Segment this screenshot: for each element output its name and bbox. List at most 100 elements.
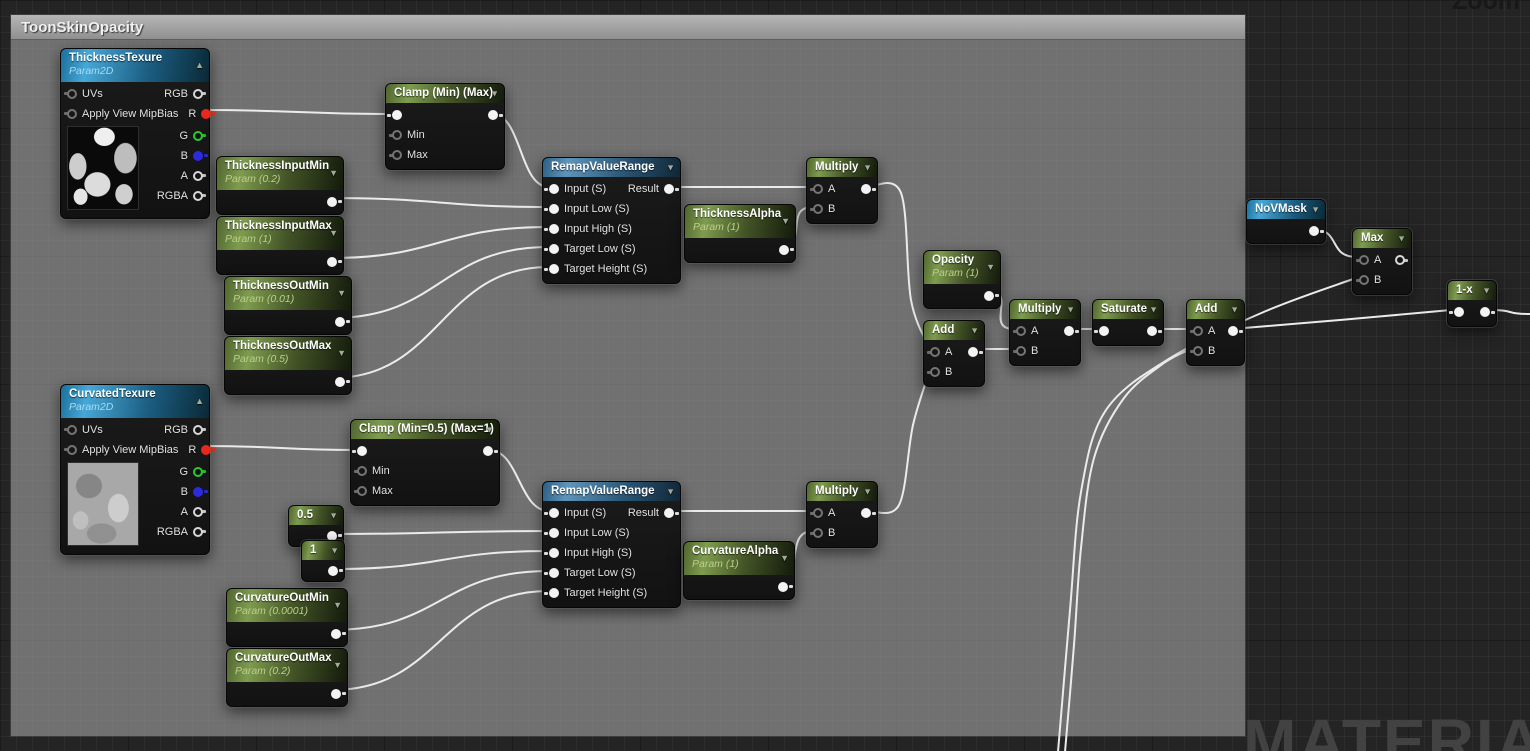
max-pin-out[interactable] [1395,255,1405,265]
node-header[interactable]: CurvatureOutMinParam (0.0001)▼ [227,589,347,622]
graph-canvas[interactable]: ToonSkinOpacity MATERIAL Zoom ThicknessT… [0,0,1530,751]
node-thickness-input-min[interactable]: ThicknessInputMinParam (0.2)▼ [216,156,344,215]
collapse-icon[interactable]: ▼ [780,553,789,564]
remap-thickness-pin-input-high-s[interactable] [549,224,559,234]
collapse-icon[interactable]: ▼ [329,168,338,179]
comment-title-bar[interactable]: ToonSkinOpacity [11,15,1245,40]
collapse-icon[interactable]: ▼ [490,88,499,99]
thickness-texture-pin-b[interactable] [193,151,203,161]
remap-thickness-pin-result[interactable] [664,184,674,194]
multiply-thickness-pin-b[interactable] [813,204,823,214]
node-header[interactable]: CurvatureOutMaxParam (0.2)▼ [227,649,347,682]
remap-thickness-pin-input-s[interactable] [549,184,559,194]
node-header[interactable]: NoVMask▼ [1247,200,1325,219]
node-curvature-out-min[interactable]: CurvatureOutMinParam (0.0001)▼ [226,588,348,647]
node-header[interactable]: ThicknessAlphaParam (1)▼ [685,205,795,238]
node-saturate[interactable]: Saturate▼ [1092,299,1164,346]
collapse-icon[interactable]: ▼ [986,262,995,273]
node-header[interactable]: RemapValueRange▼ [543,482,680,501]
node-multiply-thickness[interactable]: Multiply▼AB [806,157,878,224]
node-header[interactable]: ThicknessOutMinParam (0.01)▼ [225,277,351,310]
remap-curvature-pin-result[interactable] [664,508,674,518]
one-minus-x-pin-in[interactable] [1454,307,1464,317]
multiply-curvature-pin-a[interactable] [813,508,823,518]
add-center-pin-out[interactable] [968,347,978,357]
node-add-final[interactable]: Add▼AB [1186,299,1245,366]
node-opacity[interactable]: OpacityParam (1)▼ [923,250,1001,309]
collapse-icon[interactable]: ▼ [1066,304,1075,315]
collapse-icon[interactable]: ▼ [1230,304,1239,315]
node-header[interactable]: Saturate▼ [1093,300,1163,319]
multiply-opacity-pin-a[interactable] [1016,326,1026,336]
curvated-texture-pin-uvs[interactable] [67,425,77,435]
thickness-out-max-pin-out[interactable] [335,377,345,387]
node-header[interactable]: ThicknessOutMaxParam (0.5)▼ [225,337,351,370]
node-thickness-out-min[interactable]: ThicknessOutMinParam (0.01)▼ [224,276,352,335]
clamp-curvature-pin-in[interactable] [357,446,367,456]
thickness-texture-pin-g[interactable] [193,131,203,141]
collapse-icon[interactable]: ▼ [970,325,979,336]
opacity-pin-out[interactable] [984,291,994,301]
collapse-icon[interactable]: ▲ [195,60,204,71]
add-center-pin-a[interactable] [930,347,940,357]
thickness-texture-pin-r[interactable] [201,109,211,119]
node-curvature-out-max[interactable]: CurvatureOutMaxParam (0.2)▼ [226,648,348,707]
curvated-texture-pin-r[interactable] [201,445,211,455]
node-curvature-alpha[interactable]: CurvatureAlphaParam (1)▼ [683,541,795,600]
remap-curvature-pin-target-low-s[interactable] [549,568,559,578]
collapse-icon[interactable]: ▼ [329,228,338,239]
thickness-texture-pin-apply-view-mipbias[interactable] [67,109,77,119]
collapse-icon[interactable]: ▼ [666,162,675,173]
node-header[interactable]: Multiply▼ [1010,300,1080,319]
collapse-icon[interactable]: ▼ [781,216,790,227]
clamp-curvature-pin-min[interactable] [357,466,367,476]
node-header[interactable]: CurvatedTexureParam2D▲ [61,385,209,418]
node-header[interactable]: 1-x▼ [1448,281,1496,300]
collapse-icon[interactable]: ▼ [666,486,675,497]
collapse-icon[interactable]: ▼ [863,162,872,173]
multiply-curvature-pin-b[interactable] [813,528,823,538]
add-final-pin-a[interactable] [1193,326,1203,336]
clamp-curvature-pin-out[interactable] [483,446,493,456]
curvated-texture-pin-g[interactable] [193,467,203,477]
multiply-thickness-pin-a[interactable] [813,184,823,194]
node-max[interactable]: Max▼AB [1352,228,1412,295]
collapse-icon[interactable]: ▼ [333,600,342,611]
collapse-icon[interactable]: ▼ [863,486,872,497]
node-multiply-curvature[interactable]: Multiply▼AB [806,481,878,548]
node-thickness-alpha[interactable]: ThicknessAlphaParam (1)▼ [684,204,796,263]
multiply-thickness-pin-out[interactable] [861,184,871,194]
node-header[interactable]: Add▼ [924,321,984,340]
remap-curvature-pin-input-s[interactable] [549,508,559,518]
node-header[interactable]: Multiply▼ [807,482,877,501]
thickness-out-min-pin-out[interactable] [335,317,345,327]
node-header[interactable]: CurvatureAlphaParam (1)▼ [684,542,794,575]
add-final-pin-b[interactable] [1193,346,1203,356]
collapse-icon[interactable]: ▲ [195,396,204,407]
collapse-icon[interactable]: ▼ [337,348,346,359]
node-remap-curvature[interactable]: RemapValueRange▼Input (S)ResultInput Low… [542,481,681,608]
node-curvated-texture[interactable]: CurvatedTexureParam2D▲UVsRGBApply View M… [60,384,210,555]
add-center-pin-b[interactable] [930,367,940,377]
curvature-out-max-pin-out[interactable] [331,689,341,699]
node-header[interactable]: ThicknessInputMaxParam (1)▼ [217,217,343,250]
collapse-icon[interactable]: ▼ [1311,204,1320,215]
node-header[interactable]: RemapValueRange▼ [543,158,680,177]
curvated-texture-pin-b[interactable] [193,487,203,497]
thickness-texture-pin-a[interactable] [193,171,203,181]
collapse-icon[interactable]: ▼ [1397,233,1406,244]
saturate-pin-in[interactable] [1099,326,1109,336]
multiply-opacity-pin-out[interactable] [1064,326,1074,336]
remap-thickness-pin-input-low-s[interactable] [549,204,559,214]
saturate-pin-out[interactable] [1147,326,1157,336]
collapse-icon[interactable]: ▼ [333,660,342,671]
collapse-icon[interactable]: ▼ [330,545,339,556]
clamp-curvature-pin-max[interactable] [357,486,367,496]
node-remap-thickness[interactable]: RemapValueRange▼Input (S)ResultInput Low… [542,157,681,284]
max-pin-b[interactable] [1359,275,1369,285]
remap-curvature-pin-input-low-s[interactable] [549,528,559,538]
add-final-pin-out[interactable] [1228,326,1238,336]
node-header[interactable]: Max▼ [1353,229,1411,248]
node-const-one[interactable]: 1▼ [301,540,345,582]
collapse-icon[interactable]: ▼ [485,424,494,435]
